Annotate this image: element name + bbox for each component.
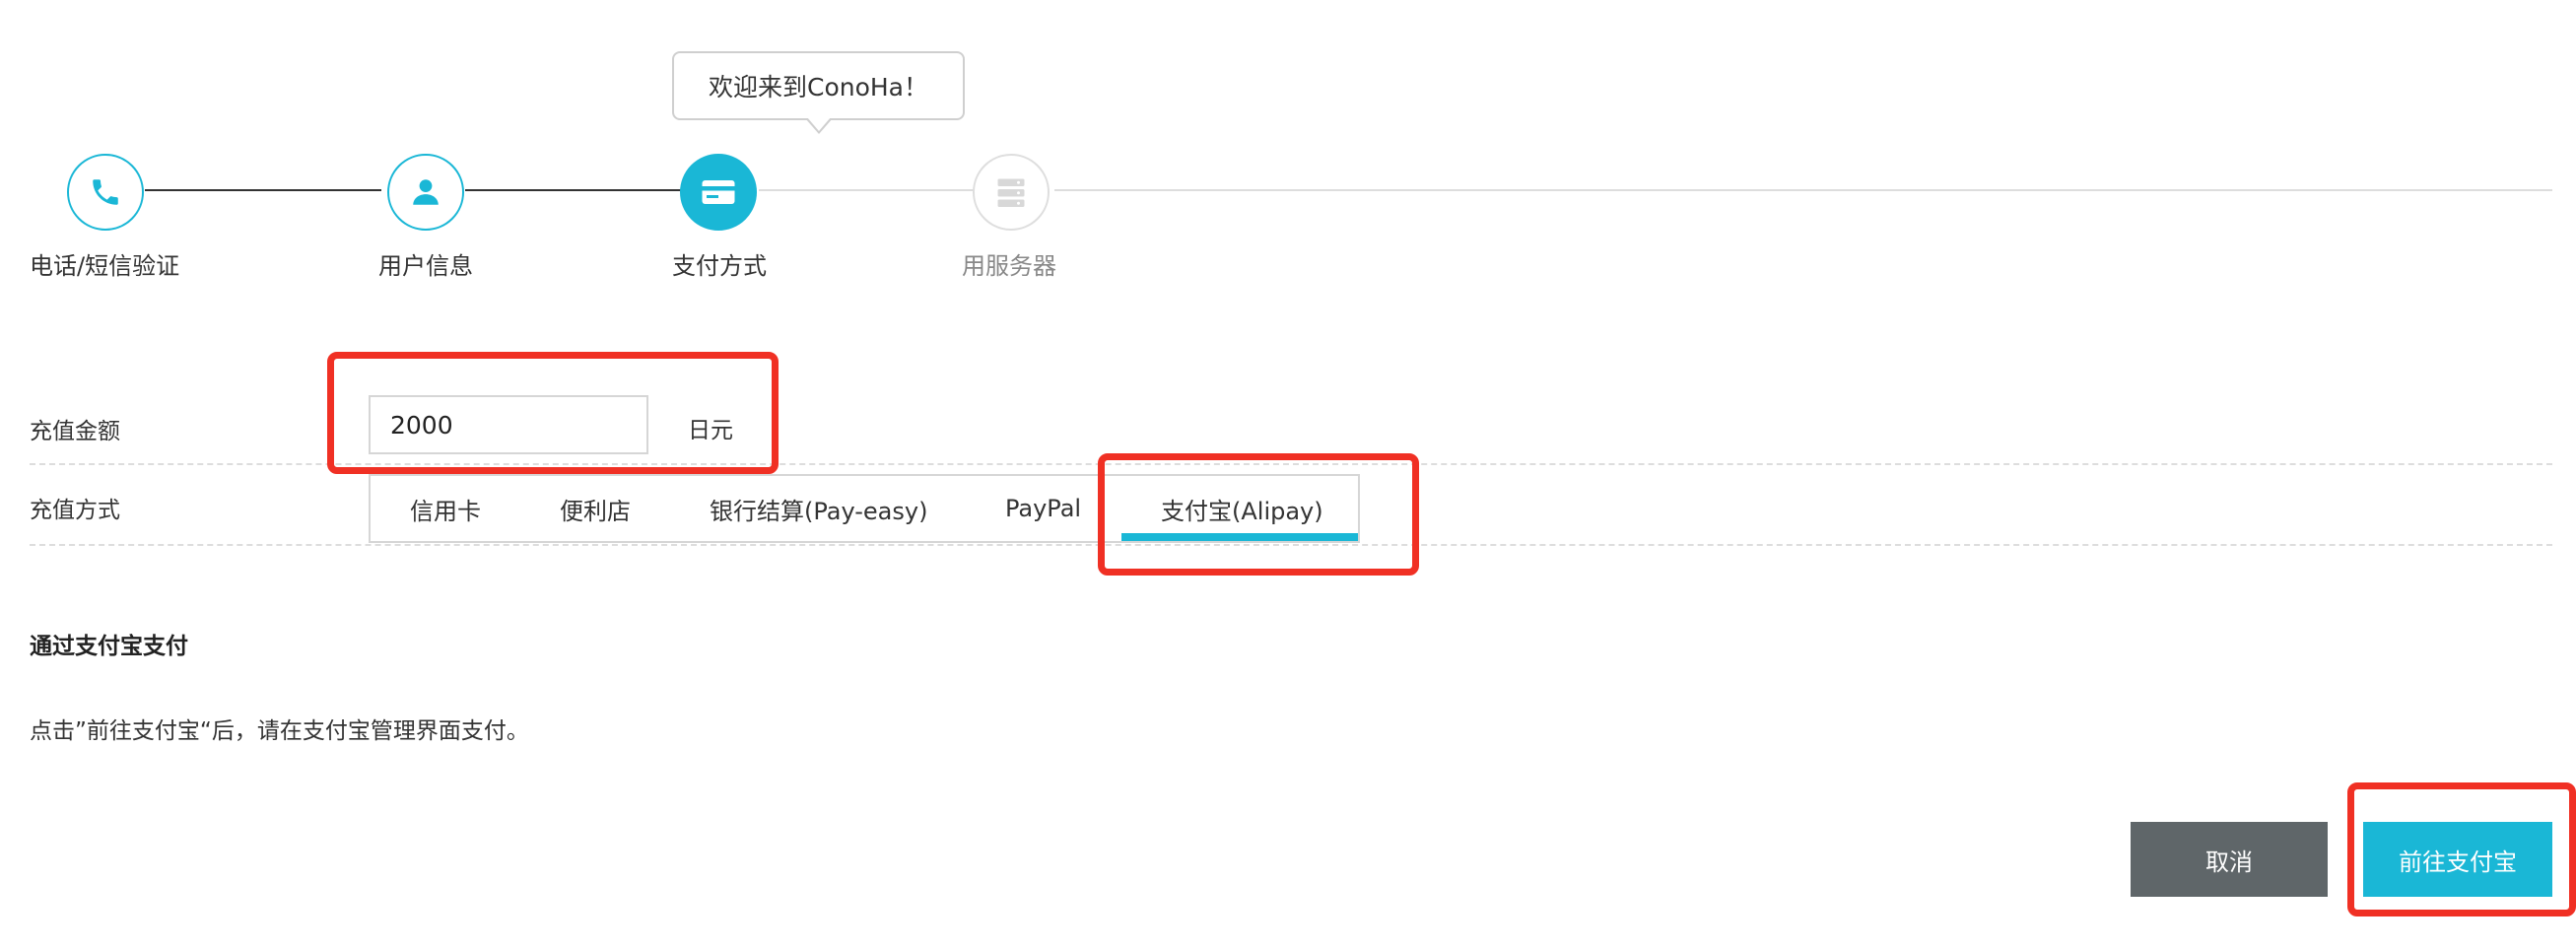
divider-1 (30, 463, 2552, 465)
step-label-payment: 支付方式 (672, 252, 767, 280)
go-to-alipay-button[interactable]: 前往支付宝 (2363, 822, 2552, 897)
tab-paypal[interactable]: PayPal (1005, 476, 1081, 541)
credit-card-icon (701, 177, 736, 207)
step-payment (680, 154, 757, 231)
selected-tab-indicator (1121, 533, 1358, 541)
user-icon (409, 175, 442, 209)
tab-convenience-store[interactable]: 便利店 (560, 476, 631, 541)
section-title: 通过支付宝支付 (30, 634, 188, 659)
step-connector-2 (465, 189, 682, 191)
cancel-button[interactable]: 取消 (2131, 822, 2328, 897)
step-user (387, 154, 464, 231)
amount-label: 充值金额 (30, 419, 120, 444)
amount-input[interactable] (369, 395, 648, 454)
step-connector-4 (1054, 189, 2552, 191)
amount-unit: 日元 (688, 418, 733, 443)
step-label-phone: 电话/短信验证 (30, 252, 180, 280)
server-icon (993, 174, 1029, 210)
step-label-user: 用户信息 (378, 252, 473, 280)
step-connector-1 (145, 189, 381, 191)
step-label-server: 用服务器 (962, 252, 1056, 280)
divider-2 (30, 544, 2552, 546)
section-description: 点击”前往支付宝“后，请在支付宝管理界面支付。 (30, 718, 529, 744)
method-label: 充值方式 (30, 498, 120, 523)
tab-pay-easy[interactable]: 银行结算(Pay-easy) (710, 476, 927, 541)
tab-credit-card[interactable]: 信用卡 (410, 476, 481, 541)
step-phone (67, 154, 144, 231)
phone-icon (89, 175, 122, 209)
tab-alipay[interactable]: 支付宝(Alipay) (1161, 476, 1323, 541)
welcome-tooltip: 欢迎来到ConoHa！ (672, 51, 965, 120)
step-connector-3 (759, 189, 976, 191)
welcome-tooltip-text: 欢迎来到ConoHa！ (708, 73, 928, 102)
step-server (973, 154, 1050, 231)
